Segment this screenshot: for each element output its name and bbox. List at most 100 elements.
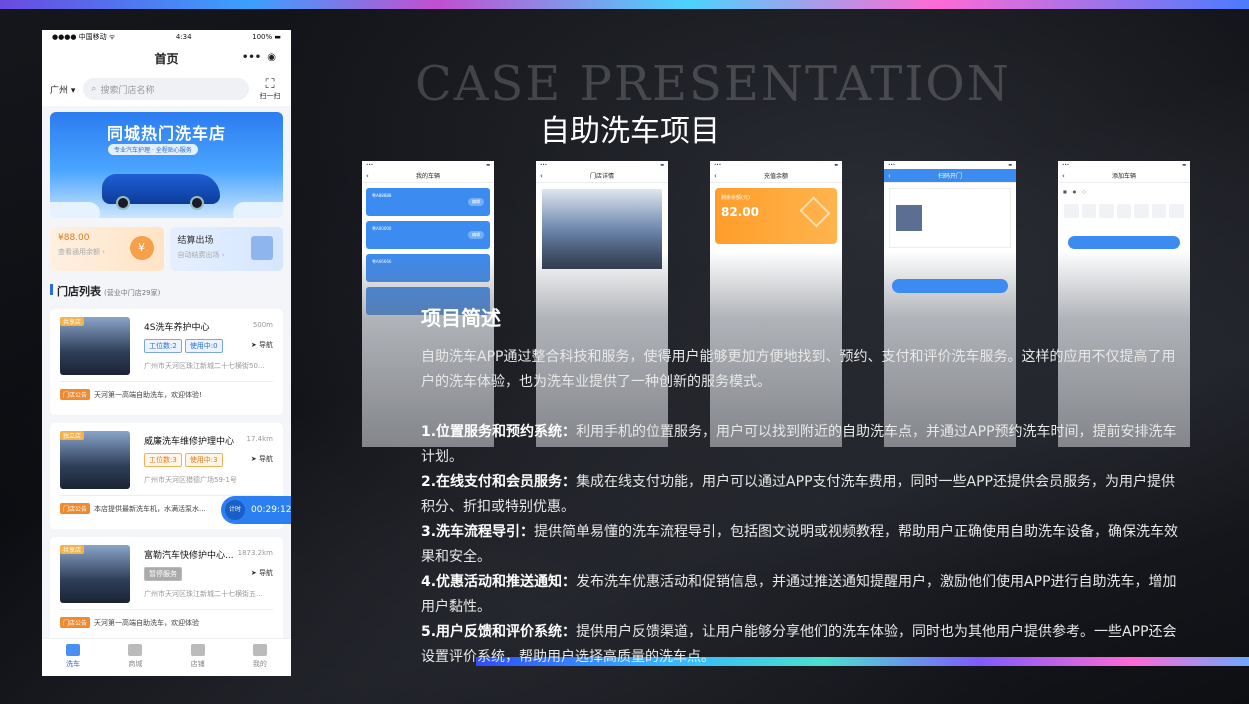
feature-item: 1.位置服务和预约系统：利用手机的位置服务，用户可以找到附近的自助洗车点，并通过… bbox=[421, 420, 1181, 470]
tab-label: 我的 bbox=[252, 660, 267, 668]
notice-text: 天河第一高端自助洗车，欢迎体验! bbox=[94, 390, 202, 399]
navigate-button[interactable]: ➤ 导航 bbox=[251, 454, 273, 464]
diamond-icon bbox=[799, 196, 831, 228]
feature-title: 2.在线支付和会员服务： bbox=[421, 474, 577, 490]
notice-tag: 门店公告 bbox=[60, 389, 91, 400]
balance-panel: 剩余余额(元) 82.00 bbox=[715, 188, 837, 244]
store-distance: 500m bbox=[252, 321, 273, 329]
carrier: ●●●● 中国移动 ᯤ bbox=[52, 33, 116, 41]
balance-amount: ¥88.00 bbox=[58, 233, 90, 243]
city-select[interactable]: 广州 ▾ bbox=[50, 83, 75, 96]
list-item[interactable]: 共享店 4S洗车养护中心 500m 工位数:2 使用中:0 ➤ 导航 广州市天河… bbox=[50, 309, 283, 415]
tab-bar: 洗车 商城 店铺 我的 bbox=[42, 638, 291, 676]
timer-value: 00:29:12 bbox=[251, 505, 291, 515]
store-tag: 共享店 bbox=[60, 317, 85, 326]
scan-button[interactable]: ⛶ 扫一扫 bbox=[257, 78, 283, 101]
wash-timer-button[interactable]: 计时 00:29:12 bbox=[221, 496, 291, 524]
more-icon[interactable]: ••• bbox=[242, 52, 261, 63]
feature-title: 1.位置服务和预约系统： bbox=[421, 424, 577, 440]
banner-title: 同城热门洗车店 bbox=[106, 124, 226, 143]
mini-nav: ‹ 门店详情 bbox=[536, 169, 668, 183]
store-name: 4S洗车养护中心 bbox=[144, 323, 210, 333]
checkout-card[interactable]: 结算出场 自动结费出场 › bbox=[169, 227, 283, 271]
target-icon[interactable]: ◉ bbox=[267, 52, 276, 63]
nav-bar: 首页 ••• ◉ bbox=[42, 44, 291, 72]
store-notice: 门店公告 本店提供最新洗车机，水满活泵水... bbox=[60, 503, 206, 514]
battery: 100% ▬ bbox=[252, 33, 281, 41]
status-bar: ●●●● 中国移动 ᯤ 4:34 100% ▬ bbox=[42, 30, 291, 44]
mini-status: ••• ▬ bbox=[1062, 162, 1186, 167]
user-icon bbox=[252, 644, 267, 656]
cloud-decoration bbox=[50, 202, 100, 218]
car-action: 编辑 bbox=[468, 231, 484, 239]
search-icon: ⌕ bbox=[91, 84, 97, 94]
scan-icon: ⛶ bbox=[265, 76, 275, 92]
balance-label: 剩余余额(元) bbox=[721, 195, 750, 201]
confirm-add-button bbox=[1068, 236, 1180, 249]
back-icon: ‹ bbox=[714, 171, 717, 180]
search-placeholder: 搜索门店名称 bbox=[100, 85, 155, 96]
tab-label: 洗车 bbox=[66, 660, 81, 668]
mini-status: ••• ▬ bbox=[540, 162, 664, 167]
top-gradient-strip bbox=[0, 0, 1249, 9]
mini-status: ••• ▬ bbox=[366, 162, 490, 167]
car-row: 粤A00000 编辑 bbox=[366, 221, 490, 249]
navigate-button[interactable]: ➤ 导航 bbox=[251, 340, 273, 350]
store-list-count: (营业中门店29家) bbox=[104, 289, 161, 297]
car-action: 编辑 bbox=[468, 198, 484, 206]
store-thumb bbox=[896, 205, 922, 231]
feature-title: 5.用户反馈和评价系统： bbox=[421, 624, 577, 640]
bay-count-pill: 工位数:2 bbox=[144, 339, 182, 353]
mini-title: 充值余额 bbox=[763, 173, 788, 180]
tab-me[interactable]: 我的 bbox=[229, 639, 291, 676]
back-icon: ‹ bbox=[540, 171, 543, 180]
back-icon: ‹ bbox=[888, 171, 891, 180]
in-use-pill: 使用中:0 bbox=[184, 339, 223, 353]
mini-nav: ‹ 添加车辆 bbox=[1058, 169, 1190, 183]
mini-status: ••• ▬ bbox=[888, 162, 1012, 167]
navigate-button[interactable]: ➤ 导航 bbox=[251, 568, 273, 578]
capsule-menu[interactable]: ••• ◉ bbox=[239, 49, 279, 65]
tab-store[interactable]: 店铺 bbox=[167, 639, 229, 676]
tab-mall[interactable]: 商城 bbox=[104, 639, 166, 676]
store-address: 广州市天河区猎德广场59-1号 bbox=[144, 476, 237, 484]
notice-text: 天河第一高端自助洗车，欢迎体验 bbox=[94, 618, 200, 627]
navigate-label: 导航 bbox=[259, 455, 273, 463]
mini-title: 门店详情 bbox=[589, 173, 614, 180]
balance-card[interactable]: ¥88.00 查看通用余额 › ¥ bbox=[50, 227, 164, 271]
notice-text: 本店提供最新洗车机，水满活泵水... bbox=[94, 504, 206, 513]
mini-nav: ‹ 扫码开门 bbox=[884, 169, 1016, 183]
bay-count-pill: 工位数:3 bbox=[144, 453, 182, 467]
scan-label: 扫一扫 bbox=[259, 91, 281, 100]
mini-nav: ‹ 充值余额 bbox=[710, 169, 842, 183]
promo-banner[interactable]: 同城热门洗车店 专业汽车护理 · 全程贴心服务 bbox=[50, 112, 283, 218]
feature-title: 4.优惠活动和推送通知： bbox=[421, 574, 577, 590]
store-list-title: 门店列表 bbox=[57, 285, 101, 298]
store-list-header: 门店列表 (营业中门店29家) bbox=[42, 271, 291, 305]
notice-tag: 门店公告 bbox=[60, 503, 91, 514]
tab-label: 商城 bbox=[128, 660, 143, 668]
feature-item: 4.优惠活动和推送通知：发布洗车优惠活动和促销信息，并通过推送通知提醒用户，激励… bbox=[421, 570, 1181, 620]
project-description: 项目简述 自助洗车APP通过整合科技和服务，使得用户能够更加方便地找到、预约、支… bbox=[421, 302, 1181, 670]
back-icon: ‹ bbox=[1062, 171, 1065, 180]
suspended-pill: 暂停服务 bbox=[144, 567, 182, 581]
mini-title: 添加车辆 bbox=[1111, 173, 1136, 180]
store-distance: 17.4km bbox=[246, 435, 273, 443]
search-input[interactable]: ⌕ 搜索门店名称 bbox=[83, 78, 249, 100]
clock: 4:34 bbox=[175, 33, 192, 41]
quick-cards: ¥88.00 查看通用余额 › ¥ 结算出场 自动结费出场 › bbox=[42, 218, 291, 271]
tab-wash[interactable]: 洗车 bbox=[42, 639, 104, 676]
plate-type-tabs: ■ ● ○ bbox=[1063, 189, 1086, 194]
list-item[interactable]: 共享店 富勒汽车快修护中心... 1873.2km 暂停服务 ➤ 导航 广州市天… bbox=[50, 537, 283, 643]
checkout-title: 结算出场 bbox=[177, 236, 214, 246]
navigate-label: 导航 bbox=[259, 341, 273, 349]
plate-input-cells bbox=[1058, 200, 1190, 222]
home-icon bbox=[66, 644, 81, 656]
mini-nav: ‹ 我的车辆 bbox=[362, 169, 494, 183]
header-accent bbox=[50, 284, 53, 295]
wheel bbox=[190, 196, 204, 210]
mini-title: 我的车辆 bbox=[415, 173, 440, 180]
wheel bbox=[116, 196, 130, 210]
store-icon bbox=[190, 644, 205, 656]
store-name: 富勒汽车快修护中心... bbox=[144, 551, 234, 561]
